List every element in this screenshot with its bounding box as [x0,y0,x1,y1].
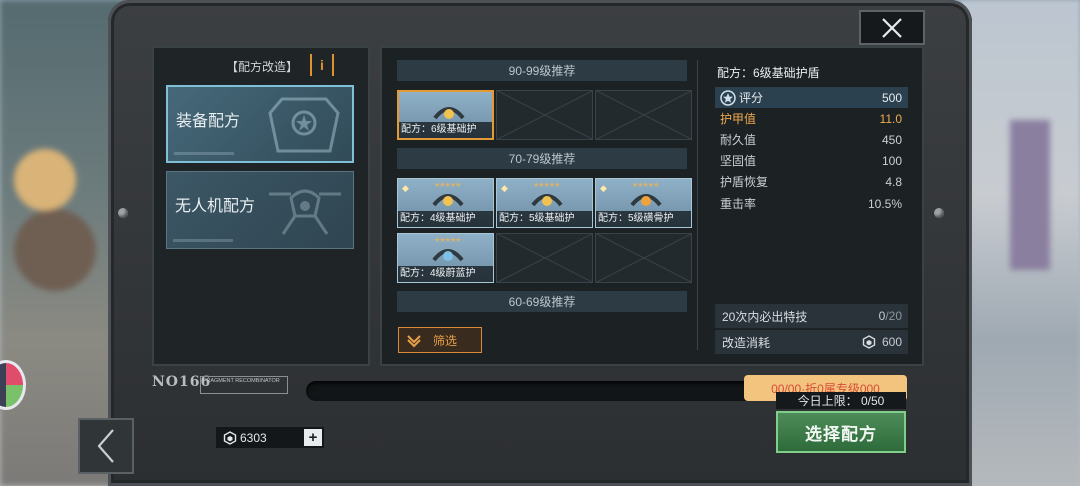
recipe-caption: 配方：5级基础护 [497,211,592,227]
empty-slot [595,90,692,140]
stat-name: 护盾恢复 [720,175,769,189]
add-currency-button[interactable]: + [304,429,322,446]
group-header: 70-79级推荐 [397,148,687,169]
armor-art-icon [531,194,563,207]
stat-name: 坚固值 [720,154,757,168]
armor-art-icon [630,194,662,207]
currency-amount: 6303 [240,430,267,445]
stat-value: 450 [881,132,902,147]
stat-name: 评分 [739,91,764,105]
recipe-slot[interactable]: ◆ ★★★★★ 配方：5级磺骨护 [595,178,692,228]
stat-row-armor: 护甲值 11.0 [715,108,908,129]
category-drone[interactable]: 无人机配方 [166,171,354,249]
daily-limit: 今日上限： 0/50 [776,392,906,409]
cost-label: 改造消耗 [722,335,771,350]
drone-icon [269,189,341,235]
recipe-caption: 配方：4级蔚蓝护 [398,266,493,282]
select-recipe-button[interactable]: 选择配方 [776,411,906,453]
recipe-caption: 配方：6级基础护 [399,122,492,138]
cost-value: 600 [881,335,902,349]
screw [118,208,128,218]
empty-slot [595,233,692,283]
chevron-left-icon [97,429,114,463]
filter-label: 筛选 [433,333,458,348]
filter-button[interactable]: 筛选 [398,327,482,353]
recipe-caption: 配方：4级基础护 [398,211,493,227]
card-strip [174,152,234,155]
card-strip [173,239,233,242]
stat-name: 护甲值 [720,112,757,126]
stat-name: 重击率 [720,197,757,211]
stat-row-durability: 耐久值 450 [715,129,908,150]
stat-value: 10.5% [867,196,902,211]
close-icon [882,17,902,38]
category-label: 装备配方 [176,113,241,130]
recipe-slot[interactable]: ◆ ★★★★★ 配方：4级基础护 [397,178,494,228]
empty-slot [496,233,593,283]
recipe-slot[interactable]: ◆ ★★★★★ 配方：5级基础护 [496,178,593,228]
recipe-caption: 配方：5级磺骨护 [596,211,691,227]
close-button[interactable] [859,10,925,45]
info-button[interactable]: i [310,54,334,76]
recipe-slot[interactable]: ★★★★★ 配方：4级蔚蓝护 [397,233,494,283]
guarantee-total: /20 [885,309,902,323]
detail-title: 配方：6级基础护盾 [717,66,820,80]
chevron-down-icon [407,335,421,348]
stat-value: 11.0 [879,111,902,126]
category-label: 无人机配方 [175,198,256,215]
background-right [960,0,1080,486]
stat-value: 4.8 [885,174,902,189]
recipe-slot[interactable]: 配方：6级基础护 [397,90,494,140]
stat-name: 耐久值 [720,133,757,147]
empty-slot [496,90,593,140]
guarantee-counter: 20次内必出特技 0/20 [715,304,908,328]
machine-subplate: FRAGMENT RECOMBINATOR [200,376,288,394]
guarantee-label: 20次内必出特技 [722,309,808,324]
group-header: 90-99级推荐 [397,60,687,81]
category-equipment[interactable]: 装备配方 [166,85,354,163]
star-badge-icon [720,89,736,106]
panel-title: 【配方改造】 [226,60,299,74]
gem-icon: ◆ [600,183,607,193]
stat-row-toughness: 坚固值 100 [715,150,908,171]
currency-display: 6303 + [216,427,324,448]
gem-icon: ◆ [402,183,409,193]
cost-row: 改造消耗 600 [715,330,908,354]
group-header: 60-69级推荐 [397,291,687,312]
stat-row-crit-rate: 重击率 10.5% [715,193,908,214]
screw [934,208,944,218]
material-icon [862,335,876,349]
stat-row-shield-recovery: 护盾恢复 4.8 [715,171,908,192]
armor-art-icon [432,194,464,207]
armor-art-icon [432,249,464,262]
back-button[interactable] [78,418,134,474]
armor-icon [268,97,340,153]
stat-row-score: 评分 500 [715,87,908,108]
panel-divider [697,60,698,350]
gem-icon: ◆ [501,183,508,193]
stat-value: 100 [881,153,902,168]
stat-value: 500 [881,90,902,105]
material-icon [223,430,237,445]
